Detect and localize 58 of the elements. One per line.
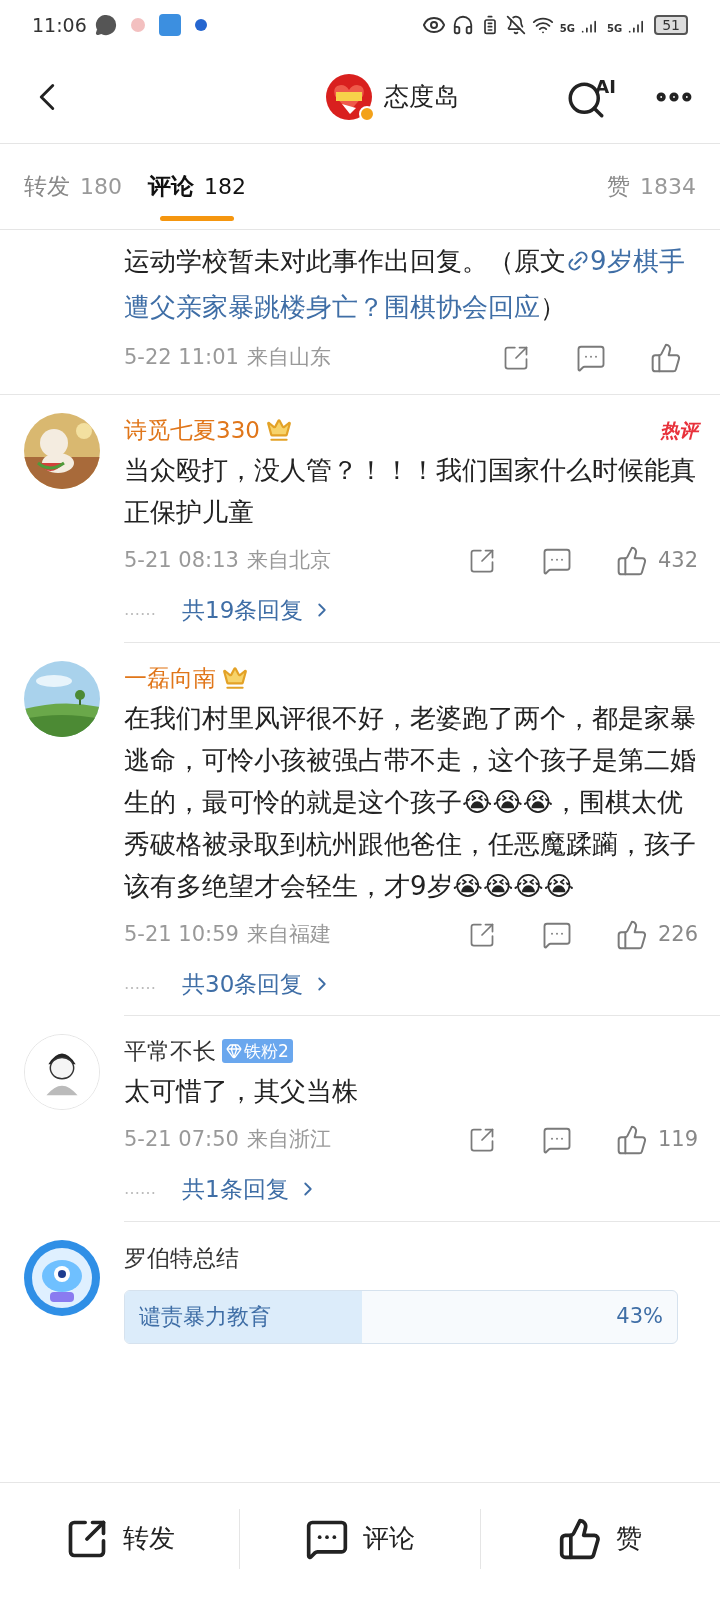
status-time: 11:06 bbox=[32, 12, 87, 38]
dots-divider: …… bbox=[124, 1178, 156, 1201]
headphones-icon bbox=[451, 14, 474, 36]
bell-off-icon bbox=[505, 15, 526, 35]
like-count: 119 bbox=[657, 1126, 698, 1154]
user-name[interactable]: 诗觅七夏330 bbox=[124, 413, 260, 447]
user-name[interactable]: 一磊向南 bbox=[124, 660, 216, 695]
app-notification-icon bbox=[130, 18, 145, 32]
user-name[interactable]: 平常不长 bbox=[124, 1034, 216, 1068]
comment-date: 5-21 07:50 bbox=[124, 1126, 239, 1154]
comment-text: 当众殴打，没人管？！！！我们国家什么时候能真正保护儿童 bbox=[124, 454, 697, 529]
network-type: 5G bbox=[559, 22, 575, 36]
dots-divider: …… bbox=[124, 599, 156, 622]
crown-icon bbox=[265, 417, 292, 443]
crown-icon bbox=[222, 664, 248, 691]
comment-text: 太可惜了，其父当株 bbox=[124, 1075, 359, 1108]
ai-label: AI bbox=[595, 74, 616, 99]
like-icon bbox=[558, 1516, 603, 1561]
fan-level-badge: 铁粉2 bbox=[222, 1039, 293, 1063]
tab[interactable]: 转发 180 bbox=[24, 144, 122, 229]
like-icon[interactable] bbox=[615, 545, 648, 577]
like-icon[interactable] bbox=[615, 918, 648, 951]
app-notification-icon bbox=[194, 19, 207, 31]
like-icon[interactable] bbox=[650, 342, 682, 374]
view-replies-link[interactable]: 共30条回复 bbox=[182, 966, 334, 1001]
network-type: 5G bbox=[607, 22, 623, 36]
poll-option[interactable]: 谴责暴力教育 43% bbox=[124, 1289, 678, 1344]
like-button[interactable]: 赞 bbox=[480, 1516, 720, 1561]
view-replies-link[interactable]: 共1条回复 bbox=[182, 1172, 319, 1207]
comment-location: 来自山东 bbox=[246, 344, 331, 372]
comment-icon[interactable] bbox=[576, 343, 606, 373]
account-name: 态度岛 bbox=[384, 80, 460, 113]
summary-title: 罗伯特总结 bbox=[124, 1243, 240, 1273]
like-count: 226 bbox=[657, 920, 698, 948]
article-link[interactable]: 遭父亲家暴跳楼身亡？围棋协会回应 bbox=[124, 292, 540, 322]
article-link[interactable]: 9岁棋手 bbox=[590, 246, 685, 276]
like-count: 432 bbox=[657, 547, 698, 575]
tab[interactable]: 赞 1834 bbox=[607, 144, 696, 229]
view-replies-link[interactable]: 共19条回复 bbox=[182, 593, 334, 628]
like-icon[interactable] bbox=[615, 1124, 648, 1156]
comment-icon[interactable] bbox=[541, 546, 572, 576]
comment-text: 运动学校暂未对此事作出回复。（原文 9岁棋手 遭父亲家暴跳楼身亡？围棋协会回应） bbox=[124, 243, 686, 324]
comment-date: 5-22 11:01 bbox=[124, 344, 239, 372]
comment-location: 来自浙江 bbox=[246, 1126, 331, 1154]
comment-button[interactable]: 评论 bbox=[240, 1516, 480, 1561]
dots-divider: …… bbox=[124, 972, 156, 995]
comment-location: 来自北京 bbox=[246, 547, 331, 575]
comment-text: 在我们村里风评很不好，老婆跑了两个，都是家暴逃命，可怜小孩被强占带不走，这个孩子是第二婚生的，最可怜的就是这个孩子😭😭😭，围棋太优秀破格被录取到杭州跟他爸住，任恶魔蹂躏，孩子该有多绝望才会轻生，才9岁😭😭😭😭 bbox=[124, 701, 697, 903]
tab[interactable]: 评论 182 bbox=[148, 144, 246, 229]
comment-date: 5-21 10:59 bbox=[124, 920, 239, 948]
comment-location: 来自福建 bbox=[246, 920, 331, 948]
comment-date: 5-21 08:13 bbox=[124, 547, 239, 575]
battery-level: 51 bbox=[654, 15, 688, 35]
chat-app-icon bbox=[94, 14, 117, 36]
share-button[interactable]: 转发 bbox=[0, 1516, 240, 1561]
comment-icon[interactable] bbox=[541, 1125, 572, 1155]
share-icon[interactable] bbox=[502, 344, 530, 372]
app-notification-icon bbox=[158, 14, 181, 36]
